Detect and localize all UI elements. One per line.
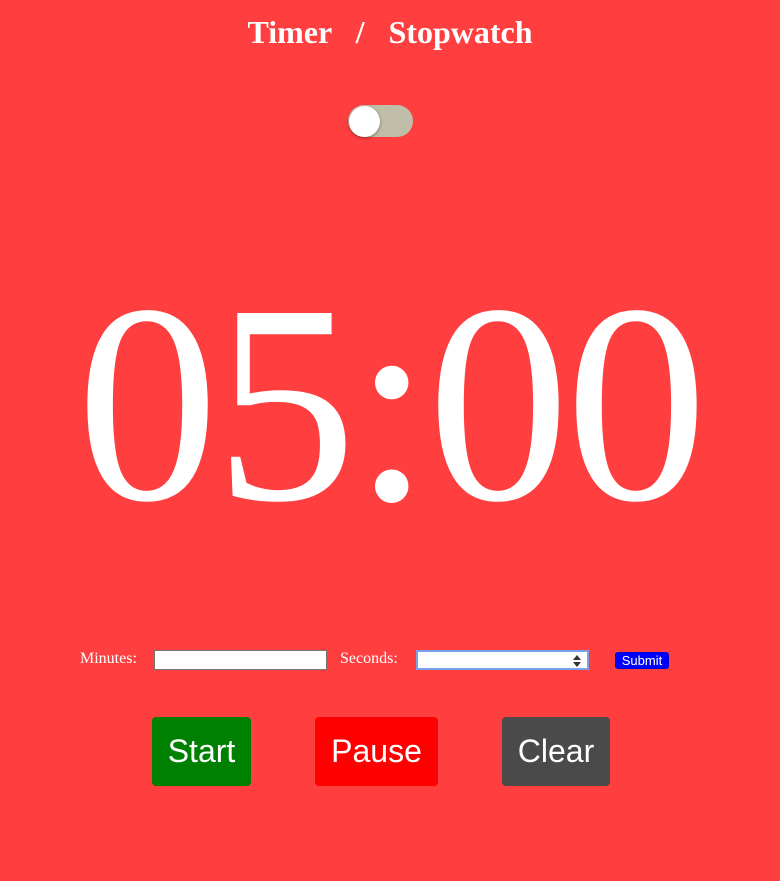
minutes-input[interactable]: [154, 650, 327, 670]
title-separator: /: [355, 14, 365, 50]
toggle-knob: [349, 106, 380, 137]
stopwatch-title: Stopwatch: [388, 14, 533, 50]
time-display: 05:00: [76, 247, 708, 561]
page-header: Timer / Stopwatch: [0, 12, 780, 52]
pause-button[interactable]: Pause: [315, 717, 438, 786]
start-button[interactable]: Start: [152, 717, 251, 786]
submit-button[interactable]: Submit: [615, 652, 669, 669]
number-spinner-icon[interactable]: [573, 655, 581, 667]
clear-button[interactable]: Clear: [502, 717, 610, 786]
timer-title: Timer: [247, 14, 332, 50]
mode-toggle-switch[interactable]: [348, 105, 413, 137]
seconds-input[interactable]: [416, 650, 589, 670]
minutes-label: Minutes:: [80, 650, 137, 667]
time-input-form: Minutes: Seconds: Submit: [0, 648, 780, 672]
seconds-label: Seconds:: [340, 650, 398, 667]
